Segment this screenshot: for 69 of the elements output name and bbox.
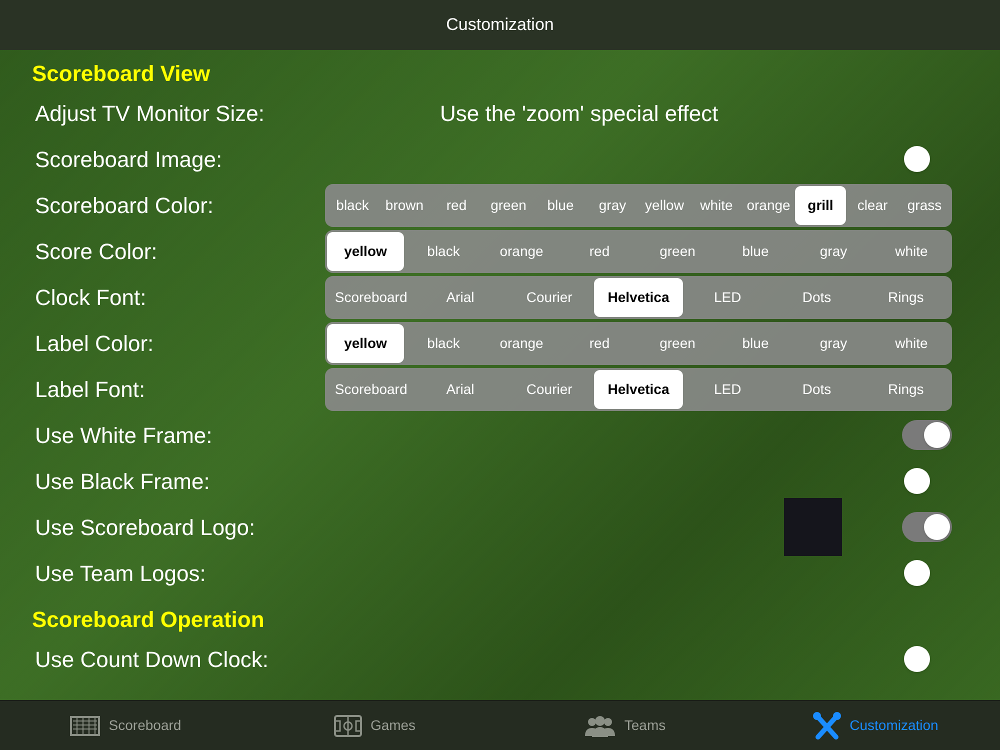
tab-bar-item[interactable]: Games (250, 714, 500, 736)
segment-option[interactable]: orange (743, 186, 794, 224)
logo-image-placeholder (784, 498, 842, 556)
segment-option[interactable]: red (561, 324, 638, 362)
segment-option[interactable]: yellow (639, 186, 690, 224)
segment-option[interactable]: Arial (416, 370, 504, 408)
segment-option[interactable]: grass (899, 186, 950, 224)
setting-label: Use Scoreboard Logo: (35, 514, 256, 542)
segment-option[interactable]: white (873, 324, 950, 362)
toggle-switch[interactable] (902, 420, 952, 450)
tools-icon (812, 710, 842, 740)
segment-option[interactable]: yellow (327, 232, 404, 270)
segment-option[interactable]: LED (684, 370, 772, 408)
setting-label: Use White Frame: (35, 422, 214, 450)
setting-label: Use Team Logos: (35, 560, 207, 588)
segment-option[interactable]: Courier (505, 370, 594, 408)
segment-option[interactable]: white (873, 232, 950, 270)
setting-label: Score Color: (35, 238, 158, 266)
segment-option[interactable]: Rings (862, 278, 950, 316)
setting-label: Scoreboard Image: (35, 146, 224, 174)
segment-option[interactable]: white (691, 186, 742, 224)
toggle-switch[interactable] (902, 512, 952, 542)
segment-option[interactable]: clear (847, 186, 898, 224)
segment-option[interactable]: gray (795, 324, 872, 362)
segment-option[interactable]: black (405, 324, 482, 362)
setting-label: Scoreboard Color: (35, 192, 215, 220)
segment-option[interactable]: grill (795, 186, 846, 224)
segment-option[interactable]: green (639, 232, 716, 270)
segment-option[interactable]: Helvetica (594, 278, 683, 316)
setting-label: Label Font: (35, 376, 146, 404)
goal-icon (68, 714, 101, 736)
segment-option[interactable]: Helvetica (594, 370, 683, 408)
segment-option[interactable]: gray (795, 232, 872, 270)
setting-value: Use the 'zoom' special effect (440, 100, 718, 128)
setting-label: Clock Font: (35, 284, 148, 312)
segment-option[interactable]: LED (684, 278, 772, 316)
segment-option[interactable]: orange (483, 324, 560, 362)
segment-option[interactable]: green (483, 186, 534, 224)
segment-option[interactable]: blue (535, 186, 586, 224)
page-title: Customization (446, 14, 554, 36)
setting-label: Label Color: (35, 330, 155, 358)
segment-option[interactable]: blue (717, 232, 794, 270)
segment-option[interactable]: Dots (772, 370, 861, 408)
segment-option[interactable]: gray (587, 186, 638, 224)
segment-option[interactable]: brown (379, 186, 430, 224)
segment-option[interactable]: green (639, 324, 716, 362)
segment-option[interactable]: Dots (772, 278, 861, 316)
segment-option[interactable]: red (431, 186, 482, 224)
segment-option[interactable]: Scoreboard (327, 278, 416, 316)
segment-option[interactable]: Rings (862, 370, 950, 408)
segment-option[interactable]: Scoreboard (327, 370, 416, 408)
field-icon (334, 714, 362, 736)
segment-option[interactable]: black (327, 186, 378, 224)
segment-option[interactable]: orange (483, 232, 560, 270)
tab-bar-item[interactable]: Scoreboard (0, 714, 250, 736)
tab-bar-item[interactable]: Teams (500, 714, 750, 736)
people-icon (584, 714, 616, 736)
setting-label: Adjust TV Monitor Size: (35, 100, 266, 128)
tab-bar-item[interactable]: Customization (750, 710, 1000, 740)
section-title: Scoreboard View (32, 60, 210, 88)
segment-option[interactable]: yellow (327, 324, 404, 362)
setting-label: Use Count Down Clock: (35, 646, 270, 674)
segment-option[interactable]: blue (717, 324, 794, 362)
segment-option[interactable]: red (561, 232, 638, 270)
segment-option[interactable]: Arial (416, 278, 504, 316)
segment-option[interactable]: Courier (505, 278, 594, 316)
segment-option[interactable]: black (405, 232, 482, 270)
setting-label: Use Black Frame: (35, 468, 211, 496)
section-title: Scoreboard Operation (32, 606, 264, 634)
